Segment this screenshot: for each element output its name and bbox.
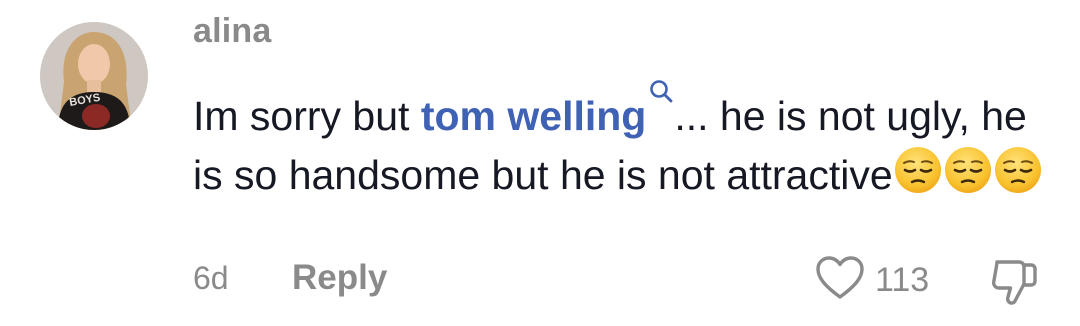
avatar[interactable]: BOYS	[40, 22, 148, 130]
comment-footer: 6d Reply 113	[193, 255, 1053, 306]
comment-item: BOYS alina Im sorry but tom welling... h…	[0, 0, 1080, 326]
pensive-face-icon	[943, 145, 993, 195]
dislike-button[interactable]	[989, 256, 1041, 313]
search-icon[interactable]	[648, 62, 674, 103]
pensive-face-icon	[993, 145, 1043, 195]
heart-outline-icon[interactable]	[815, 255, 865, 306]
mention-link[interactable]: tom welling	[421, 80, 675, 139]
pensive-face-icon	[893, 145, 943, 195]
thumbs-down-icon[interactable]	[989, 260, 1041, 312]
comment-username[interactable]: alina	[193, 12, 271, 51]
comment-text-before: Im sorry but	[193, 93, 421, 139]
like-button[interactable]: 113	[815, 255, 930, 306]
comment-text: Im sorry but tom welling... he is not ug…	[193, 62, 1053, 204]
like-count: 113	[875, 260, 930, 299]
reply-button[interactable]: Reply	[292, 258, 387, 298]
mention-text[interactable]: tom welling	[421, 93, 647, 139]
comment-timestamp: 6d	[193, 260, 229, 296]
